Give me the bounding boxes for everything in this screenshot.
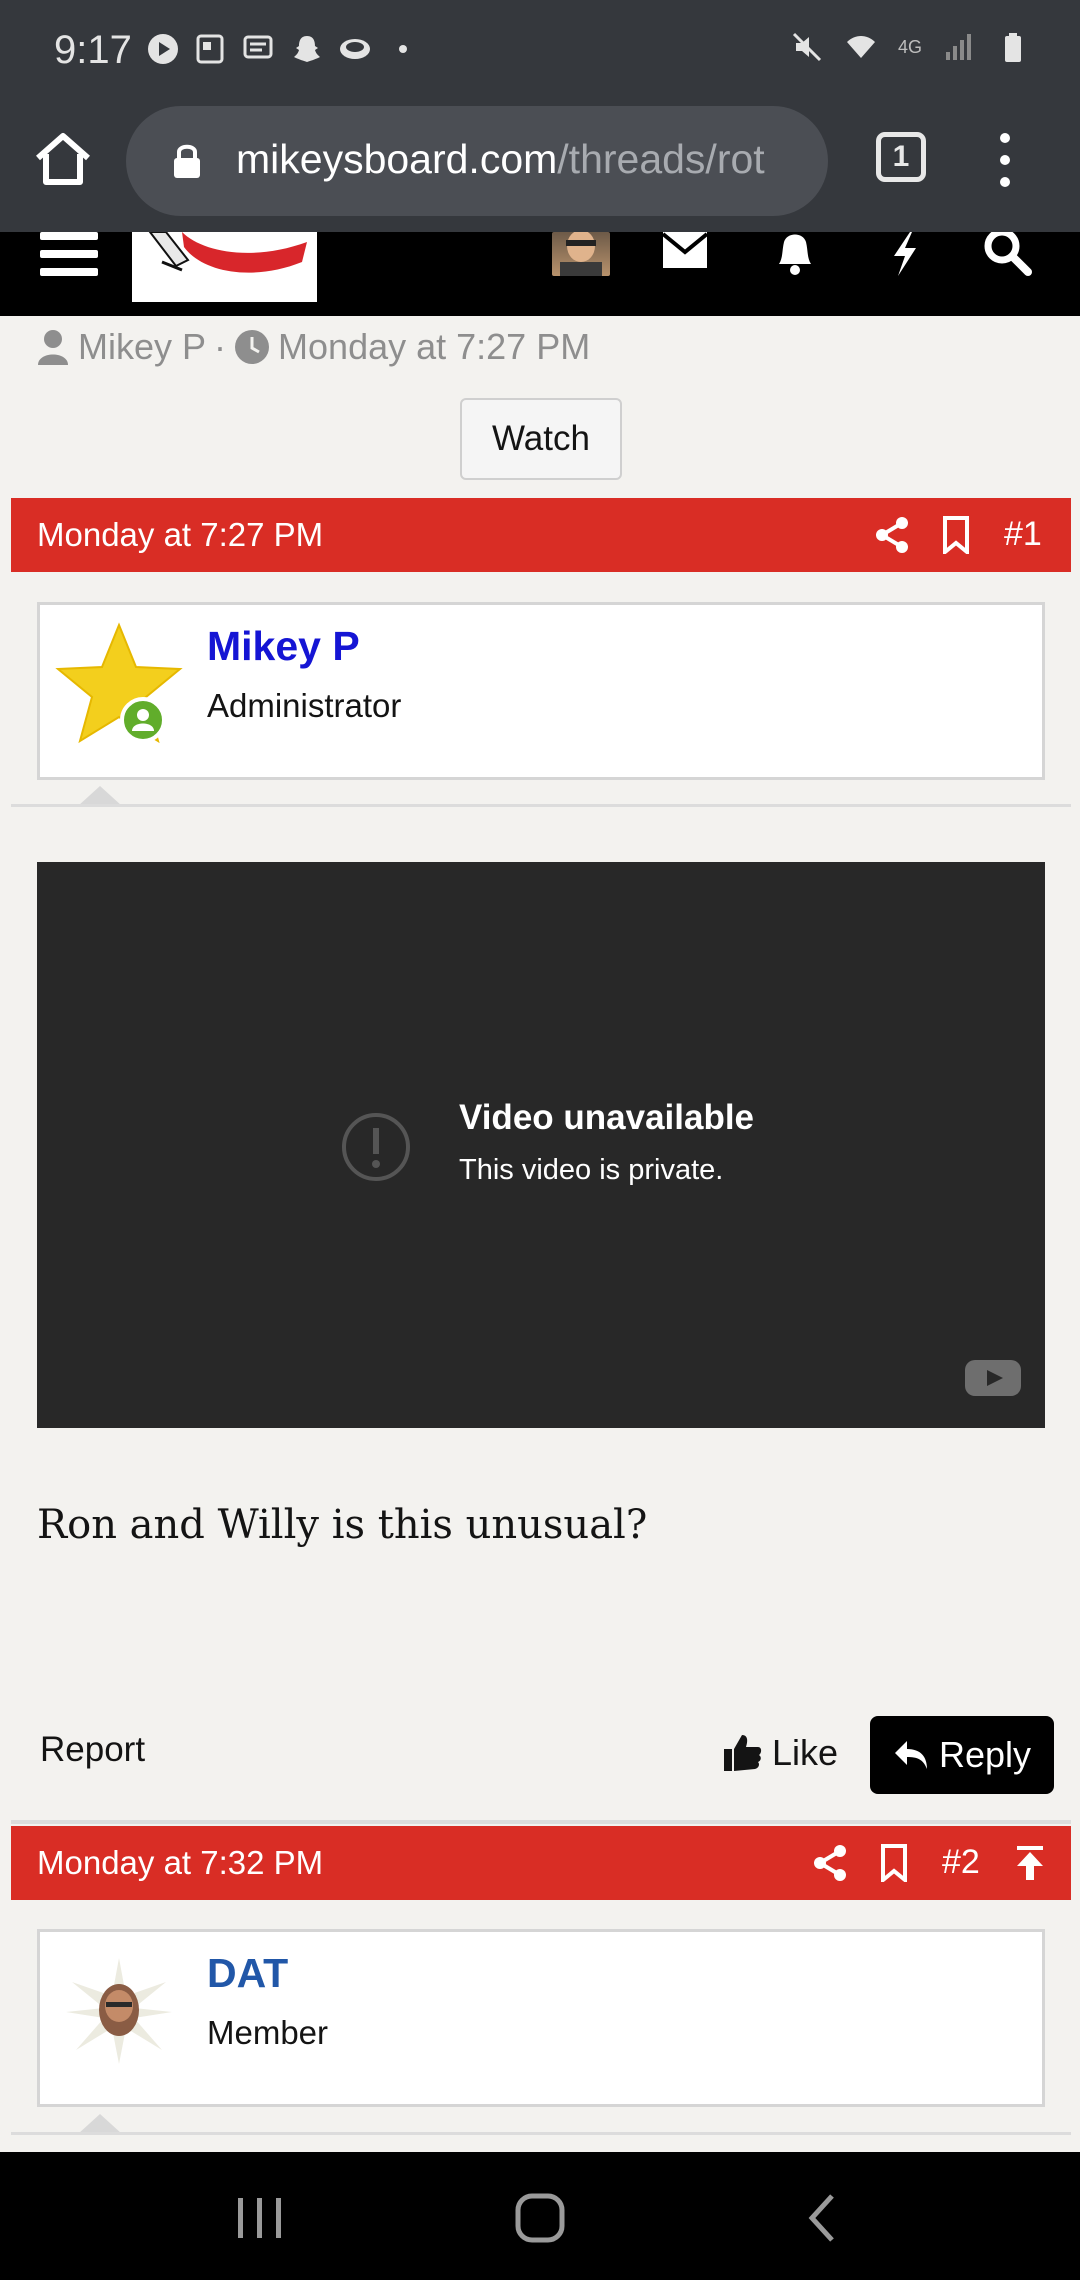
battery-icon — [1005, 33, 1021, 62]
system-nav-bar — [0, 2152, 1080, 2280]
back-icon[interactable] — [798, 2192, 850, 2244]
user-name[interactable]: DAT — [207, 1950, 288, 1997]
reply-arrow-icon — [894, 1741, 927, 1769]
url-host: mikeysboard.com — [236, 136, 558, 182]
user-name[interactable]: Mikey P — [207, 623, 360, 670]
online-user-icon — [132, 709, 154, 731]
alert-icon — [342, 1113, 410, 1181]
wifi-icon — [846, 36, 875, 58]
online-status-icon — [120, 697, 166, 743]
video-title: Video unavailable — [459, 1098, 755, 1137]
hamburger-menu-icon[interactable] — [40, 232, 98, 276]
news-icon — [196, 34, 224, 64]
browser-menu-icon[interactable] — [995, 132, 1015, 188]
share-icon[interactable] — [873, 516, 911, 554]
whats-new-bolt-icon[interactable] — [880, 232, 930, 276]
logo-graphic — [148, 232, 307, 273]
tab-switcher-button[interactable]: 1 — [876, 132, 926, 182]
home-icon[interactable] — [30, 126, 96, 192]
alerts-bell-icon[interactable] — [770, 232, 820, 276]
post-number[interactable]: #1 — [1004, 515, 1042, 554]
post-header-1: Monday at 7:27 PM #1 — [11, 498, 1071, 572]
snapchat-icon — [294, 36, 320, 62]
jump-to-top-icon[interactable] — [1011, 1844, 1049, 1882]
status-time: 9:17 — [54, 28, 132, 72]
clock-icon — [235, 330, 270, 364]
home-nav-icon[interactable] — [514, 2192, 566, 2244]
account-avatar-face — [560, 232, 602, 276]
site-logo[interactable] — [132, 232, 317, 302]
thread-author[interactable]: Mikey P — [78, 326, 206, 368]
bookmark-icon[interactable] — [937, 516, 975, 554]
user-role: Member — [207, 2014, 329, 2051]
status-bar: 9:17 4G — [0, 0, 1080, 102]
play-icon — [148, 34, 178, 64]
user-avatar[interactable] — [54, 619, 184, 749]
post-number[interactable]: #2 — [942, 1843, 980, 1882]
url-text: mikeysboard.com/threads/rot — [236, 136, 816, 183]
mute-icon — [792, 32, 822, 62]
network-type: 4G — [897, 36, 922, 57]
search-icon[interactable] — [982, 232, 1032, 276]
address-bar[interactable]: mikeysboard.com/threads/rot — [126, 106, 828, 216]
user-role: Administrator — [207, 687, 402, 724]
post-date[interactable]: Monday at 7:32 PM — [37, 1844, 323, 1882]
user-avatar[interactable] — [54, 1946, 184, 2076]
post-body: Ron and Willy is this unusual? — [37, 1502, 648, 1548]
bookmark-icon[interactable] — [875, 1844, 913, 1882]
meta-separator: · — [214, 326, 227, 367]
card-pointer — [78, 786, 122, 806]
account-avatar[interactable] — [552, 232, 610, 276]
more-notifications-icon — [399, 45, 407, 53]
recent-apps-icon[interactable] — [234, 2192, 286, 2244]
video-subtitle: This video is private. — [459, 1154, 724, 1186]
thread-meta: Mikey P · Monday at 7:27 PM — [36, 326, 590, 368]
user-icon — [38, 330, 68, 365]
system-icons: 4G — [790, 30, 1030, 64]
reply-button[interactable]: Reply — [870, 1716, 1054, 1794]
thread-date[interactable]: Monday at 7:27 PM — [278, 326, 590, 368]
thumbs-up-icon — [724, 1735, 762, 1771]
reply-label: Reply — [938, 1734, 1032, 1775]
app-icon — [340, 39, 370, 59]
card-pointer — [78, 2114, 122, 2134]
share-icon[interactable] — [811, 1844, 849, 1882]
dat-avatar — [66, 1958, 172, 2064]
like-label: Like — [772, 1732, 839, 1773]
post-date[interactable]: Monday at 7:27 PM — [37, 516, 323, 554]
signal-icon — [946, 34, 971, 60]
divider — [11, 804, 1071, 807]
messages-icon — [243, 35, 273, 59]
inbox-icon[interactable] — [660, 232, 710, 276]
post-header-2: Monday at 7:32 PM #2 — [11, 1826, 1071, 1900]
browser-toolbar: mikeysboard.com/threads/rot 1 — [0, 102, 1080, 232]
url-path: /threads/rot — [557, 136, 765, 182]
youtube-icon[interactable] — [965, 1358, 1021, 1398]
watch-button[interactable]: Watch — [460, 398, 622, 480]
divider — [11, 1820, 1071, 1824]
divider — [11, 2132, 1071, 2135]
video-embed[interactable]: Video unavailable This video is private. — [37, 862, 1045, 1428]
like-button[interactable]: Like — [722, 1732, 838, 1774]
user-card: DAT Member — [37, 1929, 1045, 2107]
user-card: Mikey P Administrator — [37, 602, 1045, 780]
lock-icon — [174, 144, 200, 178]
star-avatar-icon — [55, 622, 183, 744]
report-link[interactable]: Report — [40, 1730, 145, 1770]
notification-icons — [146, 32, 420, 66]
site-header — [0, 232, 1080, 316]
